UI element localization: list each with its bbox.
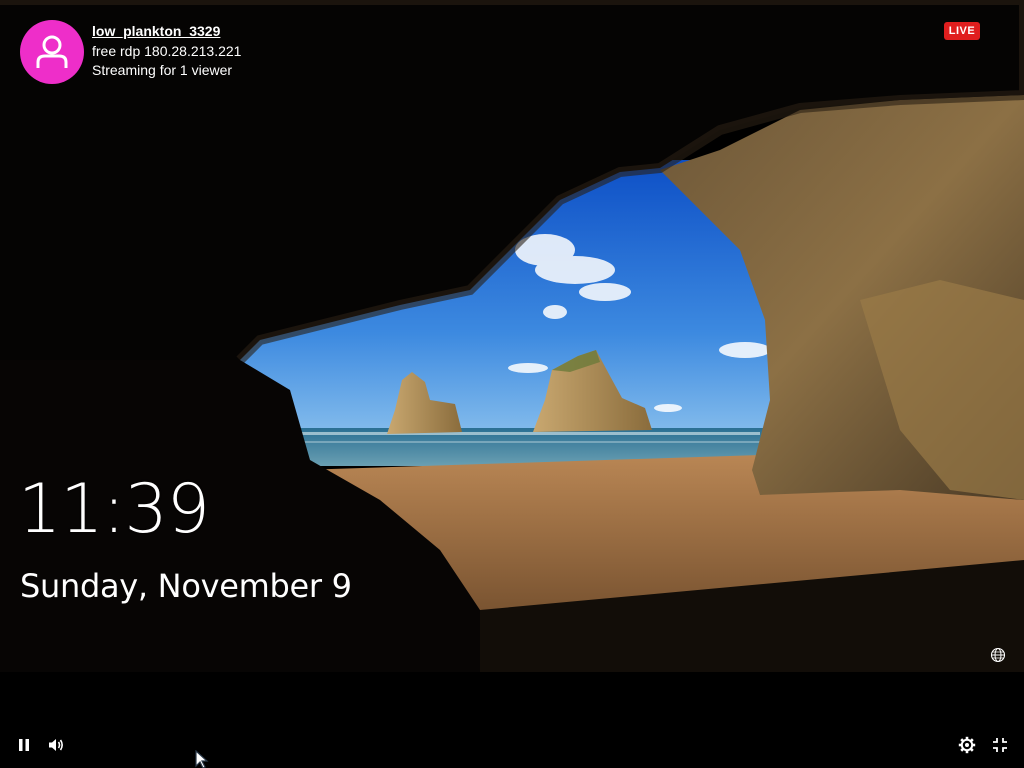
exit-fullscreen-icon (993, 738, 1007, 752)
globe-icon[interactable] (990, 647, 1006, 663)
stream-header: low_plankton_3329 free rdp 180.28.213.22… (20, 20, 241, 84)
avatar[interactable] (20, 20, 84, 84)
viewer-count: Streaming for 1 viewer (92, 62, 233, 78)
volume-button[interactable] (45, 734, 67, 756)
pause-icon (19, 739, 29, 751)
lock-screen-wallpaper (0, 0, 1024, 768)
streamer-name-link[interactable]: low_plankton_3329 (92, 22, 241, 42)
live-badge: LIVE (944, 22, 980, 40)
volume-icon (49, 739, 63, 751)
stream-info: low_plankton_3329 free rdp 180.28.213.22… (92, 22, 241, 81)
user-icon (36, 35, 68, 68)
player-controls (0, 724, 1024, 764)
stream-viewer: low_plankton_3329 free rdp 180.28.213.22… (0, 0, 1024, 768)
pause-button[interactable] (13, 734, 35, 756)
settings-button[interactable] (956, 734, 978, 756)
exit-fullscreen-button[interactable] (989, 734, 1011, 756)
gear-icon (958, 736, 976, 754)
stream-title: free rdp 180.28.213.221 (92, 42, 242, 59)
lock-screen-time: 11:39 (18, 470, 210, 549)
mouse-cursor-icon (195, 749, 211, 768)
lock-screen-date: Sunday, November 9 (20, 567, 352, 605)
